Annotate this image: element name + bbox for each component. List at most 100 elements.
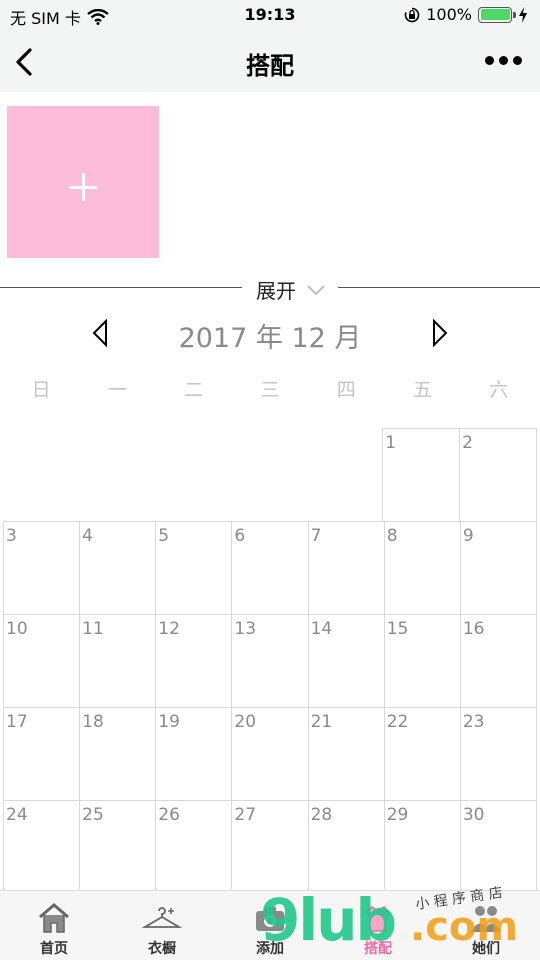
- more-dot: [513, 56, 522, 65]
- calendar-day-cell[interactable]: 4: [79, 521, 156, 614]
- calendar-day-number: 2: [462, 433, 473, 453]
- calendar-grid: 1 2 3 4 5 6 7 8 9 10 11 12 13 14 15 16 17 18 19 20 21 22 23 24 2…: [3, 428, 538, 893]
- calendar-day-cell[interactable]: 26: [155, 800, 232, 893]
- calendar-day-cell[interactable]: 28: [307, 800, 384, 893]
- triangle-right-icon[interactable]: [430, 318, 450, 348]
- calendar-day-cell[interactable]: 14: [307, 614, 384, 707]
- calendar-week-row: 3 4 5 6 7 8 9: [3, 521, 537, 614]
- calendar-day-number: 7: [310, 526, 322, 546]
- calendar-day-cell[interactable]: 15: [383, 614, 460, 707]
- calendar-day-number: 5: [158, 526, 170, 546]
- calendar-day-cell[interactable]: 12: [155, 614, 232, 707]
- calendar-day-number: 9: [462, 526, 474, 546]
- calendar-day-number: 14: [310, 619, 333, 639]
- calendar-day-number: 15: [386, 619, 409, 639]
- calendar-day-number: 25: [82, 805, 104, 825]
- tab-label: 首页: [40, 941, 68, 957]
- tab-people[interactable]: 她们: [432, 891, 540, 960]
- calendar-day-number: 17: [6, 712, 28, 732]
- charging-icon: [519, 6, 527, 23]
- chevron-down-icon: [307, 284, 325, 295]
- tab-outfit[interactable]: 搭配: [324, 891, 432, 960]
- hanger-icon: [141, 907, 183, 928]
- calendar-day-cell[interactable]: 6: [231, 521, 308, 614]
- weekday-label: 四: [336, 379, 356, 401]
- calendar-day-cell[interactable]: 9: [459, 521, 537, 614]
- calendar-week-row: 24 25 26 27 28 29 30: [3, 800, 537, 893]
- plus-vertical: [81, 173, 85, 201]
- calendar-day-cell[interactable]: 7: [307, 521, 384, 614]
- calendar-empty-cell: [3, 428, 79, 521]
- calendar-day-cell[interactable]: 16: [459, 614, 537, 707]
- tab-bar: 首页 衣橱 添加 搭配 她们: [0, 890, 540, 960]
- calendar-day-number: 26: [158, 805, 180, 825]
- calendar-day-number: 19: [158, 712, 180, 732]
- weekday-label: 六: [489, 379, 509, 401]
- status-bar: 无 SIM 卡 19:13 100%: [0, 0, 540, 32]
- calendar-day-cell[interactable]: 5: [155, 521, 232, 614]
- calendar-day-cell[interactable]: 18: [79, 707, 156, 800]
- calendar-day-number: 22: [386, 712, 409, 732]
- calendar-day-cell[interactable]: 25: [79, 800, 156, 893]
- calendar-day-number: 4: [82, 526, 93, 546]
- calendar-day-cell[interactable]: 19: [155, 707, 232, 800]
- calendar-day-number: 10: [6, 619, 28, 639]
- calendar-day-number: 24: [6, 805, 28, 825]
- calendar-empty-cell: [231, 428, 307, 521]
- calendar-day-number: 20: [234, 712, 257, 732]
- more-dot: [485, 56, 494, 65]
- tab-label: 她们: [472, 941, 500, 957]
- calendar-day-number: 23: [462, 712, 485, 732]
- calendar-day-number: 13: [234, 619, 257, 639]
- calendar-day-number: 29: [386, 805, 409, 825]
- calendar-day-cell[interactable]: 22: [383, 707, 460, 800]
- calendar-day-cell[interactable]: 30: [459, 800, 537, 893]
- battery-icon: [478, 6, 516, 23]
- camera-icon: [256, 907, 284, 931]
- tab-add[interactable]: 添加: [216, 891, 324, 960]
- calendar-day-cell[interactable]: 10: [3, 614, 80, 707]
- battery-fill: [480, 9, 510, 20]
- calendar-day-number: 18: [82, 712, 104, 732]
- calendar-day-cell[interactable]: 20: [231, 707, 308, 800]
- calendar-day-cell[interactable]: 17: [3, 707, 80, 800]
- tab-label: 搭配: [364, 941, 392, 957]
- calendar-empty-cell: [306, 428, 382, 521]
- calendar-empty-cell: [79, 428, 155, 521]
- calendar-day-cell[interactable]: 2: [459, 428, 538, 521]
- calendar-day-cell[interactable]: 21: [307, 707, 384, 800]
- tab-wardrobe[interactable]: 衣橱: [108, 891, 216, 960]
- weekday-label: 二: [184, 379, 204, 401]
- weekday-label: 一: [107, 379, 127, 401]
- expand-label: 展开: [256, 279, 296, 303]
- calendar-day-cell[interactable]: 3: [3, 521, 80, 614]
- calendar-day-number: 21: [310, 712, 333, 732]
- page-title: 搭配: [246, 52, 294, 80]
- calendar-day-number: 27: [234, 805, 257, 825]
- calendar-week-row: 10 11 12 13 14 15 16: [3, 614, 537, 707]
- calendar-day-cell[interactable]: 11: [79, 614, 156, 707]
- calendar-day-cell[interactable]: 23: [459, 707, 537, 800]
- calendar-day-number: 11: [82, 619, 104, 639]
- more-dot: [499, 56, 508, 65]
- calendar-day-number: 30: [462, 805, 485, 825]
- status-right: 100%: [404, 5, 528, 24]
- calendar-day-cell[interactable]: 1: [382, 428, 460, 521]
- add-outfit-button[interactable]: [7, 106, 159, 258]
- calendar-day-cell[interactable]: 24: [3, 800, 80, 893]
- weekday-label: 三: [260, 379, 280, 401]
- calendar-day-cell[interactable]: 8: [383, 521, 460, 614]
- calendar-week-row: 17 18 19 20 21 22 23: [3, 707, 537, 800]
- calendar-day-cell[interactable]: 13: [231, 614, 308, 707]
- calendar-day-number: 3: [6, 526, 17, 546]
- month-title: 2017 年 12 月: [178, 323, 362, 354]
- calendar-day-cell[interactable]: 29: [383, 800, 460, 893]
- tab-home[interactable]: 首页: [0, 891, 108, 960]
- outfit-icon: [364, 906, 392, 932]
- tab-label: 添加: [256, 941, 284, 957]
- calendar-day-cell[interactable]: 27: [231, 800, 308, 893]
- calendar-empty-cell: [155, 428, 231, 521]
- expand-toggle[interactable]: 展开: [256, 275, 326, 304]
- calendar-day-number: 12: [158, 619, 180, 639]
- more-dots-icon[interactable]: [485, 56, 522, 65]
